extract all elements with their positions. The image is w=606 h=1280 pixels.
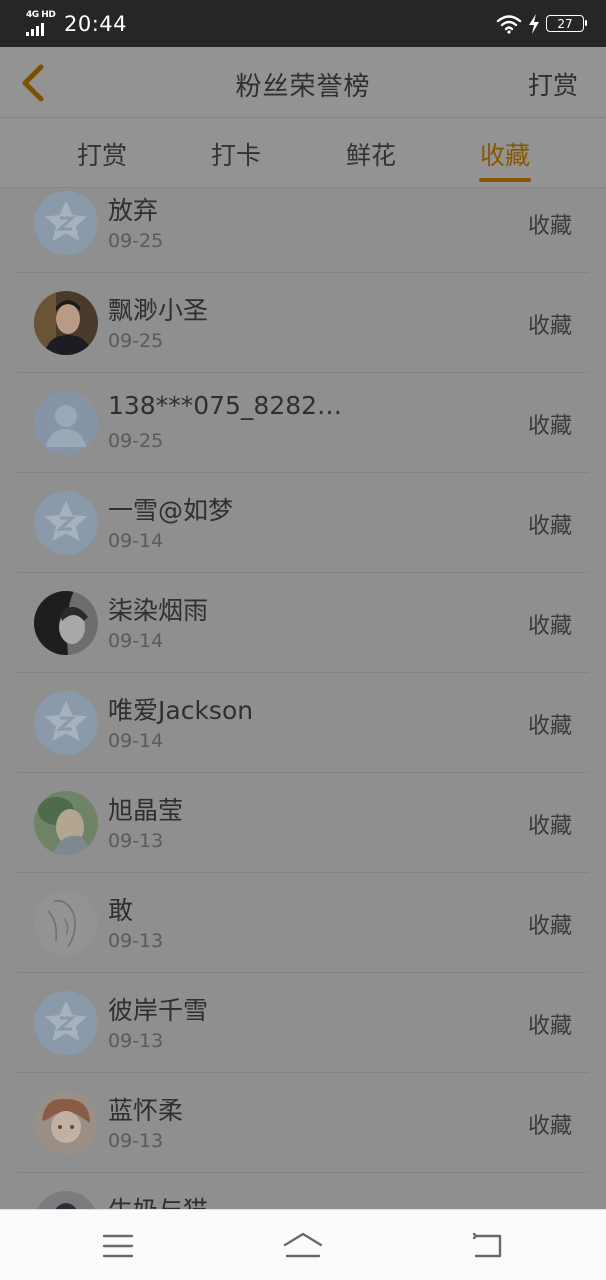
cellular-signal-icon: 4G HD <box>26 10 56 36</box>
action-label: 收藏 <box>527 614 572 639</box>
avatar <box>34 791 98 855</box>
list-item[interactable]: 一雪@如梦 09-14 收藏 <box>0 473 606 573</box>
avatar <box>34 691 98 755</box>
photo-avatar-icon <box>34 791 98 855</box>
username: 敢 <box>108 896 134 925</box>
list-item[interactable]: 放弃 09-25 收藏 <box>0 188 606 273</box>
action-label: 收藏 <box>527 414 572 439</box>
silhouette-avatar-icon <box>34 391 98 455</box>
avatar <box>34 891 98 955</box>
avatar <box>34 1191 98 1209</box>
back-nav-button[interactable] <box>466 1230 510 1262</box>
home-button[interactable] <box>281 1230 325 1262</box>
action-label: 收藏 <box>527 1014 572 1039</box>
avatar <box>34 491 98 555</box>
menu-icon <box>102 1234 134 1258</box>
action-label: 收藏 <box>527 1114 572 1139</box>
avatar <box>34 191 98 255</box>
page-title: 粉丝荣誉榜 <box>235 72 371 102</box>
photo-avatar-icon <box>34 1091 98 1155</box>
date: 09-13 <box>108 830 164 852</box>
username: 蓝怀柔 <box>108 1096 184 1125</box>
date: 09-14 <box>108 530 164 552</box>
date: 09-13 <box>108 1030 164 1052</box>
tab-checkin[interactable]: 打卡 <box>196 136 276 172</box>
reward-button[interactable]: 打赏 <box>528 66 578 102</box>
username: 旭晶莹 <box>108 796 184 825</box>
default-star-avatar-icon <box>34 491 98 555</box>
wifi-icon <box>496 14 522 34</box>
status-bar: 4G HD 20:44 27 <box>0 0 606 47</box>
status-time: 20:44 <box>64 11 128 36</box>
date: 09-13 <box>108 930 164 952</box>
home-icon <box>283 1232 323 1258</box>
username: 牛奶与猫。 <box>108 1191 233 1209</box>
menu-button[interactable] <box>96 1230 140 1262</box>
list-item[interactable]: 彼岸千雪 09-13 收藏 <box>0 973 606 1073</box>
photo-avatar-icon <box>34 591 98 655</box>
username: 柒染烟雨 <box>108 596 209 625</box>
date: 09-25 <box>108 330 164 352</box>
date: 09-25 <box>108 430 164 452</box>
fan-list: 放弃 09-25 收藏 飘渺小圣 09-25 收藏 138***075_8282… <box>0 188 606 1209</box>
action-label: 收藏 <box>527 814 572 839</box>
avatar <box>34 991 98 1055</box>
nav-bar: 粉丝荣誉榜 打赏 <box>0 47 606 118</box>
return-icon <box>472 1232 502 1258</box>
list-item[interactable]: 敢 09-13 收藏 <box>0 873 606 973</box>
avatar <box>34 291 98 355</box>
photo-avatar-icon <box>34 1191 98 1209</box>
action-label: 收藏 <box>527 714 572 739</box>
list-item[interactable]: 柒染烟雨 09-14 收藏 <box>0 573 606 673</box>
tab-favorites[interactable]: 收藏 <box>465 136 545 182</box>
tab-flowers[interactable]: 鲜花 <box>331 136 411 172</box>
tab-reward[interactable]: 打赏 <box>62 136 142 172</box>
username: 唯爱Jackson <box>108 696 254 725</box>
date: 09-25 <box>108 230 164 252</box>
list-item[interactable]: 旭晶莹 09-13 收藏 <box>0 773 606 873</box>
sketch-avatar-icon <box>34 891 98 955</box>
action-label: 收藏 <box>527 314 572 339</box>
username: 彼岸千雪 <box>108 996 209 1025</box>
list-item[interactable]: 138***075_8282… 09-25 收藏 <box>0 373 606 473</box>
date: 09-14 <box>108 630 164 652</box>
system-nav-bar <box>0 1209 606 1280</box>
list-item[interactable]: 唯爱Jackson 09-14 收藏 <box>0 673 606 773</box>
action-label: 收藏 <box>527 514 572 539</box>
battery-icon: 27 <box>546 15 587 32</box>
action-label: 收藏 <box>527 214 572 239</box>
username: 放弃 <box>108 196 159 225</box>
username: 飘渺小圣 <box>108 296 209 325</box>
username: 138***075_8282… <box>108 391 343 420</box>
avatar <box>34 1091 98 1155</box>
list-item[interactable]: 蓝怀柔 09-13 收藏 <box>0 1073 606 1173</box>
battery-level: 27 <box>557 16 573 31</box>
tab-bar: 打赏 打卡 鲜花 收藏 <box>0 118 606 188</box>
default-star-avatar-icon <box>34 191 98 255</box>
username: 一雪@如梦 <box>108 496 234 525</box>
avatar <box>34 391 98 455</box>
date: 09-13 <box>108 1130 164 1152</box>
photo-avatar-icon <box>34 291 98 355</box>
avatar <box>34 591 98 655</box>
action-label: 收藏 <box>527 914 572 939</box>
list-item[interactable]: 飘渺小圣 09-25 收藏 <box>0 273 606 373</box>
list-item[interactable]: 牛奶与猫。 收藏 <box>0 1173 606 1209</box>
charging-icon <box>529 13 539 34</box>
default-star-avatar-icon <box>34 991 98 1055</box>
default-star-avatar-icon <box>34 691 98 755</box>
date: 09-14 <box>108 730 164 752</box>
